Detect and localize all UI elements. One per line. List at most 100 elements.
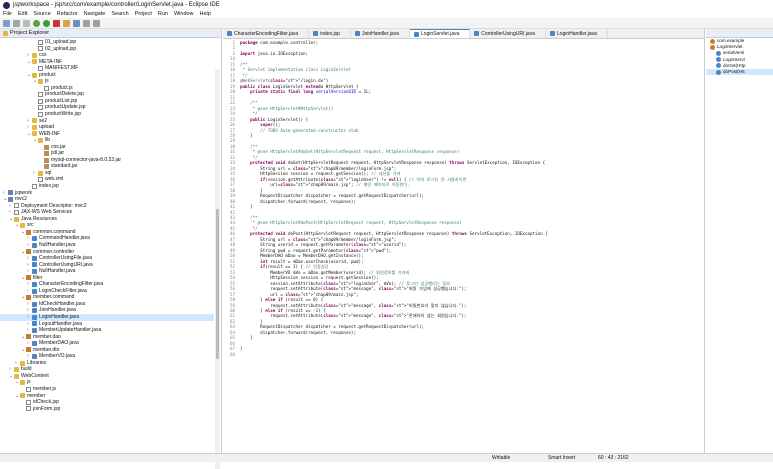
menu-item[interactable]: Project bbox=[135, 11, 152, 17]
file-icon bbox=[38, 65, 43, 71]
file-icon bbox=[14, 209, 19, 215]
editor-tab[interactable]: LoginServlet.java bbox=[409, 29, 471, 38]
code-line[interactable]: 68 bbox=[223, 352, 705, 357]
pkg-icon bbox=[26, 295, 31, 301]
project-explorer: Project Explorer 01_upload.jsp 02_upload.… bbox=[0, 29, 222, 469]
file-icon bbox=[14, 203, 19, 209]
java-file-icon bbox=[474, 31, 480, 36]
menu-item[interactable]: Run bbox=[158, 11, 168, 17]
project-explorer-header: Project Explorer bbox=[0, 29, 221, 38]
title-bar: jspworkspace - jsp/src/com/example/contr… bbox=[0, 0, 773, 10]
java-icon bbox=[32, 282, 37, 287]
folder-icon bbox=[38, 79, 43, 85]
editor-tab[interactable]: JoinHandler.java bbox=[351, 29, 410, 38]
code-text: dispatcher.forward(request, response); bbox=[240, 329, 356, 335]
proj-icon bbox=[8, 196, 13, 202]
debug-icon[interactable] bbox=[33, 19, 40, 27]
project-explorer-icon bbox=[3, 30, 8, 36]
menu-item[interactable]: Edit bbox=[18, 11, 27, 17]
run-icon[interactable] bbox=[43, 19, 50, 27]
window-title: jspworkspace - jsp/src/com/example/contr… bbox=[13, 2, 220, 8]
editor-tab[interactable]: ControllerUsingURI.java bbox=[470, 29, 546, 38]
status-bar: Writable Smart Insert 60 : 43 : 2162 bbox=[0, 453, 773, 462]
search-icon[interactable] bbox=[73, 19, 80, 27]
folder-icon bbox=[32, 131, 37, 137]
status-insert-mode: Smart Insert bbox=[548, 455, 576, 461]
status-writable: Writable bbox=[492, 455, 511, 461]
tree-item[interactable]: joinForm.jsp bbox=[0, 406, 214, 413]
project-explorer-title: Project Explorer bbox=[10, 30, 50, 36]
pkg-icon bbox=[26, 347, 31, 353]
file-icon bbox=[38, 111, 43, 117]
save-icon[interactable] bbox=[13, 19, 20, 27]
open-type-icon[interactable] bbox=[63, 19, 70, 27]
outline-tree: com.example LoginServlet serialVersi LoginS… bbox=[706, 38, 773, 76]
tree-item-label: NullHandler.java bbox=[39, 268, 76, 275]
editor-tab-label: CharacterEncodingFilter.java bbox=[234, 30, 299, 37]
code-text: import java.io.IOException; bbox=[240, 50, 309, 56]
menu-item[interactable]: Navigate bbox=[84, 11, 106, 17]
code-text: request.setAttribute(class="st">"message… bbox=[240, 313, 467, 319]
menu-item[interactable]: File bbox=[3, 11, 12, 17]
code-text: private static final long serialVersionU… bbox=[250, 89, 372, 95]
status-cursor-position: 60 : 43 : 2162 bbox=[598, 455, 629, 461]
java-icon bbox=[32, 340, 37, 346]
menu-item[interactable]: Refactor bbox=[57, 11, 78, 17]
tree-item-label: lib bbox=[45, 137, 51, 144]
tree-item-label: 02_upload.jsp bbox=[45, 45, 77, 52]
java-file-icon bbox=[413, 31, 419, 37]
editor-tab[interactable]: CharacterEncodingFilter.java bbox=[223, 29, 310, 38]
java-icon bbox=[32, 255, 37, 261]
java-icon bbox=[32, 301, 37, 307]
new-icon[interactable] bbox=[3, 19, 10, 27]
jar-icon bbox=[44, 144, 49, 150]
editor-tabs: CharacterEncodingFilter.java index.jsp Joi… bbox=[223, 29, 704, 39]
folder-icon bbox=[32, 118, 37, 124]
file-icon bbox=[26, 386, 31, 392]
code-text: * @see HttpServlet#doPost(HttpServletReq… bbox=[240, 220, 462, 226]
outline-item-label: doPost(Htt bbox=[723, 68, 745, 74]
outline-item[interactable]: doPost(Htt bbox=[706, 68, 773, 76]
file-icon bbox=[32, 183, 37, 189]
code-area[interactable]: 1 package com.example.controller; 2 3 import… bbox=[223, 40, 705, 453]
folder-icon bbox=[14, 373, 19, 379]
folder-icon bbox=[14, 216, 19, 222]
tree-item-label: WebContent bbox=[21, 372, 49, 379]
folder-icon bbox=[14, 367, 19, 373]
java-icon bbox=[32, 308, 37, 314]
folder-icon bbox=[32, 72, 37, 78]
folder-icon bbox=[38, 137, 43, 143]
menu-item[interactable]: Help bbox=[200, 11, 211, 17]
explorer-scrollbar[interactable] bbox=[215, 69, 220, 469]
forward-icon[interactable] bbox=[93, 19, 100, 27]
method-icon bbox=[716, 57, 721, 63]
method-icon bbox=[716, 63, 721, 69]
pkg-icon bbox=[26, 334, 31, 340]
menu-item[interactable]: Source bbox=[33, 11, 50, 17]
explorer-scroll-thumb[interactable] bbox=[216, 209, 219, 359]
java-icon bbox=[32, 242, 37, 248]
editor-tab[interactable]: LoginHandler.java bbox=[546, 29, 608, 38]
menu-item[interactable]: Window bbox=[174, 11, 194, 17]
editor-tab-label: LoginHandler.java bbox=[556, 30, 597, 37]
file-icon bbox=[38, 39, 43, 45]
menu-item[interactable]: Search bbox=[111, 11, 128, 17]
editor-tab[interactable]: index.jsp bbox=[309, 29, 351, 38]
method-icon bbox=[716, 69, 721, 75]
java-file-icon bbox=[549, 31, 555, 36]
folder-icon bbox=[32, 124, 37, 130]
main-toolbar bbox=[0, 18, 773, 29]
stop-icon[interactable] bbox=[53, 19, 60, 27]
java-icon bbox=[32, 268, 37, 274]
tree-item-label: js bbox=[45, 78, 49, 85]
folder-icon bbox=[20, 393, 25, 399]
save-all-icon[interactable] bbox=[23, 19, 30, 27]
back-icon[interactable] bbox=[83, 19, 90, 27]
outline-header bbox=[706, 29, 773, 38]
folder-icon bbox=[20, 223, 25, 229]
java-icon bbox=[32, 236, 37, 242]
java-icon bbox=[32, 321, 37, 327]
code-text: url=class="st">"chap09/main.jsp"; // 메인 … bbox=[240, 182, 410, 188]
java-icon bbox=[32, 262, 37, 268]
